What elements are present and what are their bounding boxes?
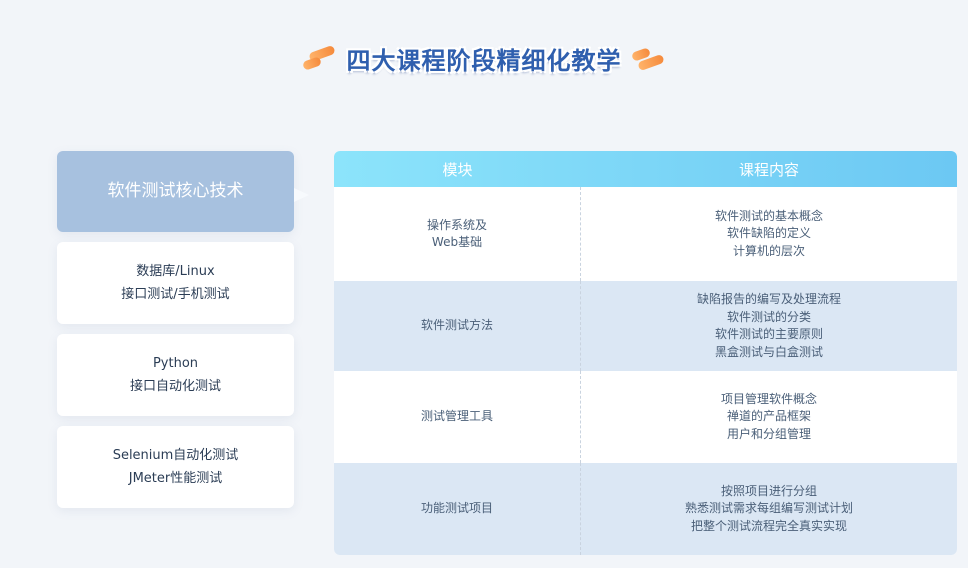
content-text: 缺陷报告的编写及处理流程	[696, 292, 841, 306]
content-cell: 项目管理软件概念 禅道的产品框架 用户和分组管理	[581, 371, 957, 463]
module-cell: 测试管理工具	[334, 371, 581, 463]
table-row: 功能测试项目 按照项目进行分组 熟悉测试需求每组编写测试计划 把整个测试流程完全…	[334, 463, 957, 555]
module-text: 软件测试方法	[420, 318, 493, 333]
stage-tab-database[interactable]: 数据库/Linux 接口测试/手机测试	[57, 242, 294, 324]
section-header: 四大课程阶段精细化教学	[0, 36, 968, 80]
table-row: 操作系统及 Web基础 软件测试的基本概念 软件缺陷的定义 计算机的层次	[334, 187, 957, 281]
content-text: 熟悉测试需求每组编写测试计划	[684, 501, 853, 516]
content-cell: 软件测试的基本概念 软件缺陷的定义 计算机的层次	[581, 187, 957, 281]
content-text: 把整个测试流程完全真实实现	[690, 518, 847, 533]
content-text: 禅道的产品框架	[726, 409, 811, 424]
stage-tab-label: 数据库/Linux	[136, 264, 215, 279]
stage-tab-label: 接口测试/手机测试	[121, 287, 230, 302]
module-text: Web基础	[431, 235, 483, 249]
stage-tab-automation[interactable]: Selenium自动化测试 JMeter性能测试	[57, 426, 294, 508]
content-text: 软件测试的分类	[726, 309, 811, 324]
column-header-module: 模块	[442, 160, 473, 179]
decoration-stripes-icon	[301, 44, 339, 71]
table-header: 模块 课程内容	[334, 151, 957, 187]
course-table: 模块 课程内容 操作系统及 Web基础 软件测试的基本概念 软件缺陷的定义 计算…	[334, 151, 957, 555]
module-text: 测试管理工具	[420, 409, 493, 424]
content-text: 黑盒测试与白盒测试	[714, 344, 823, 359]
stage-tab-python[interactable]: Python 接口自动化测试	[57, 334, 294, 416]
section-title: 四大课程阶段精细化教学	[346, 46, 622, 75]
module-text: 功能测试项目	[420, 501, 493, 516]
content-text: 软件缺陷的定义	[726, 226, 811, 241]
module-cell: 操作系统及 Web基础	[334, 187, 581, 281]
content-cell: 缺陷报告的编写及处理流程 软件测试的分类 软件测试的主要原则 黑盒测试与白盒测试	[581, 281, 957, 371]
content-text: 计算机的层次	[732, 243, 805, 258]
decoration-stripes-icon	[630, 46, 666, 72]
stage-tab-label: 软件测试核心技术	[107, 181, 244, 201]
stage-tab-core-tech[interactable]: 软件测试核心技术	[57, 151, 309, 232]
content-text: 按照项目进行分组	[720, 483, 817, 498]
table-row: 软件测试方法 缺陷报告的编写及处理流程 软件测试的分类 软件测试的主要原则 黑盒…	[334, 281, 957, 371]
content-text: 用户和分组管理	[726, 426, 811, 441]
column-header-content: 课程内容	[738, 160, 799, 179]
content-cell: 按照项目进行分组 熟悉测试需求每组编写测试计划 把整个测试流程完全真实实现	[581, 463, 957, 555]
stage-tab-label: 接口自动化测试	[129, 379, 221, 394]
stage-tab-label: JMeter性能测试	[128, 471, 223, 486]
content-text: 软件测试的主要原则	[714, 327, 823, 341]
table-row: 测试管理工具 项目管理软件概念 禅道的产品框架 用户和分组管理	[334, 371, 957, 463]
content-text: 软件测试的基本概念	[714, 208, 823, 223]
stage-tab-label: Python	[152, 356, 199, 371]
module-text: 操作系统及	[426, 217, 487, 232]
module-cell: 软件测试方法	[334, 281, 581, 371]
module-cell: 功能测试项目	[334, 463, 581, 555]
content-text: 项目管理软件概念	[720, 391, 817, 406]
stage-tab-label: Selenium自动化测试	[112, 448, 239, 463]
